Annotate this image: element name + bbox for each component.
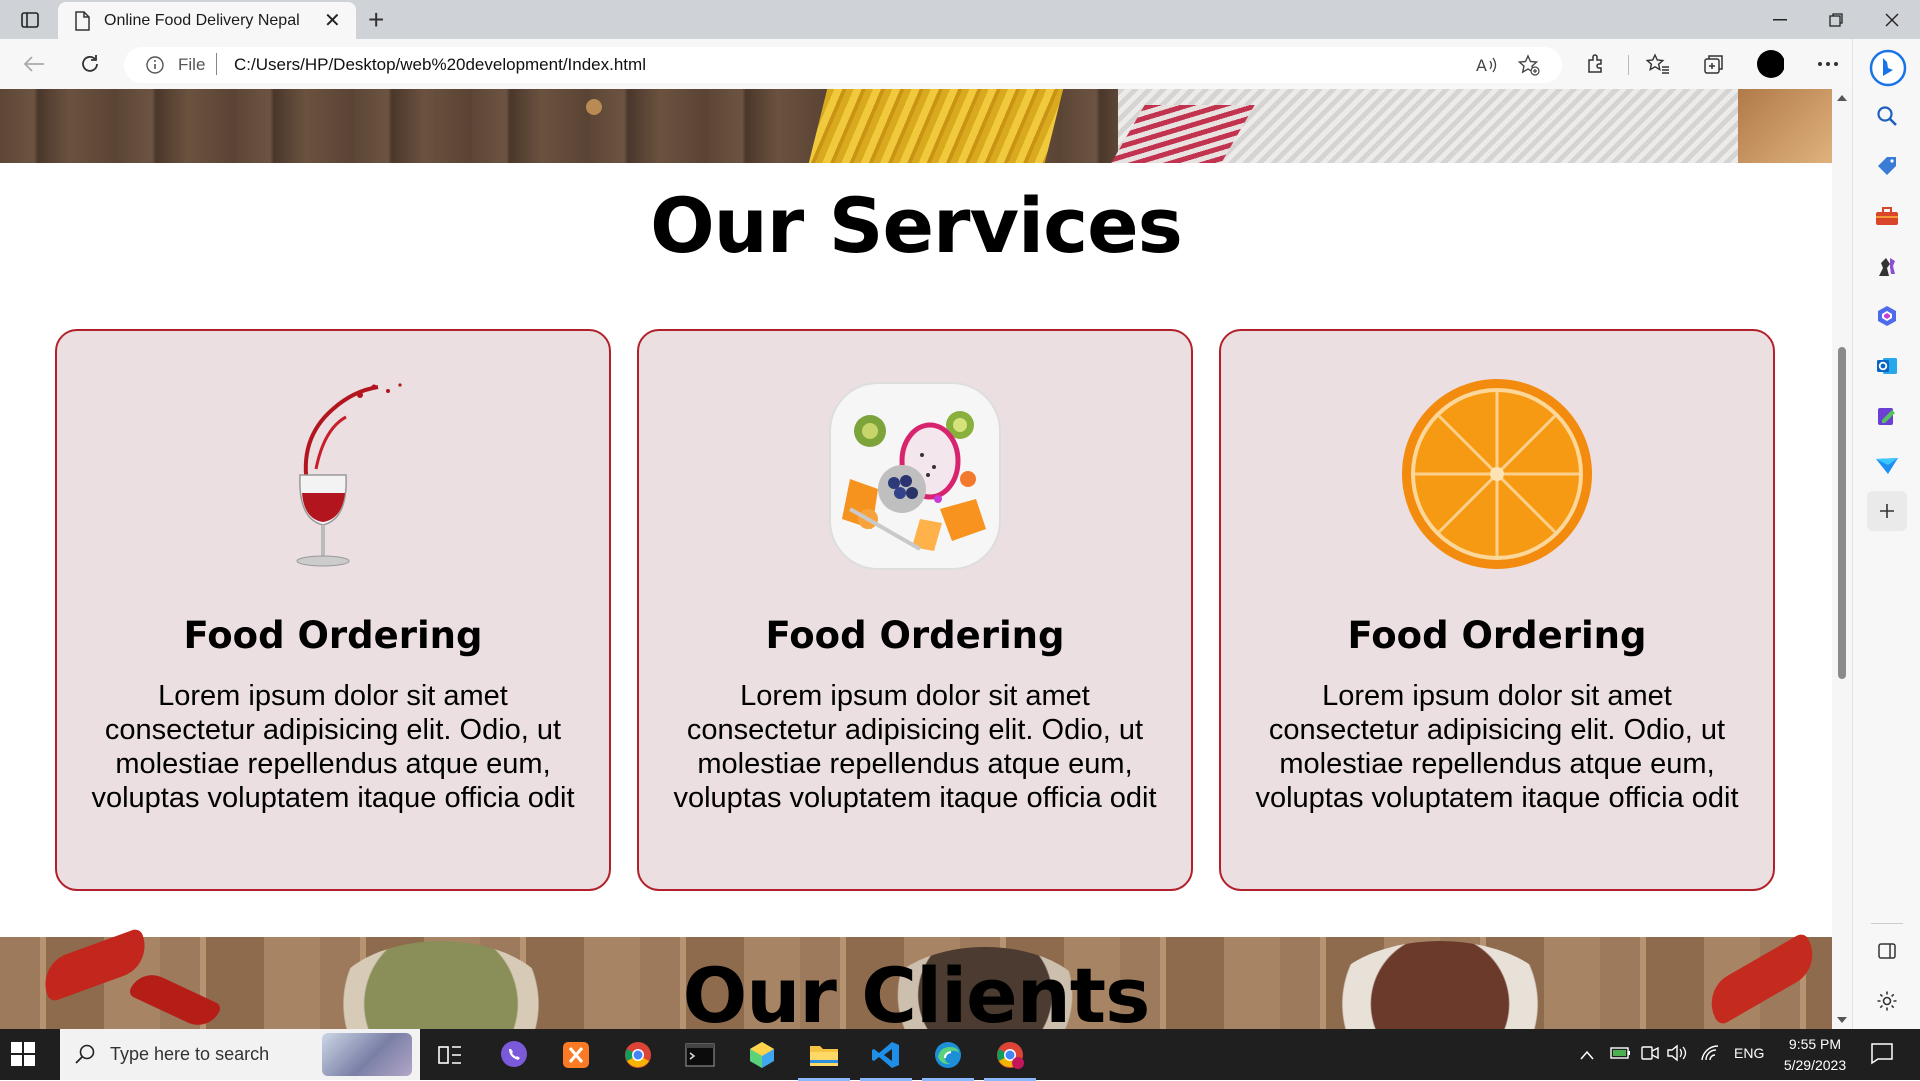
favorites-icon[interactable]	[1644, 50, 1672, 78]
wooden-spoon-decor	[1738, 89, 1832, 163]
search-highlight-image	[322, 1033, 412, 1076]
browser-tab-active[interactable]: Online Food Delivery Nepal ✕	[58, 2, 356, 39]
chrome-icon[interactable]	[620, 1037, 656, 1073]
viber-icon[interactable]	[496, 1037, 532, 1073]
address-url[interactable]: C:/Users/HP/Desktop/web%20development/In…	[234, 55, 646, 75]
search-icon	[74, 1043, 96, 1070]
wifi-icon[interactable]	[1700, 1044, 1720, 1067]
windows-taskbar: Type here to search ENG 9:55 PM 5/29/202…	[0, 1029, 1920, 1081]
window-controls	[1752, 0, 1920, 39]
sidebar-add-button[interactable]	[1867, 491, 1907, 531]
tab-actions-icon[interactable]	[14, 8, 46, 32]
close-window-icon[interactable]	[1864, 0, 1920, 39]
search-placeholder: Type here to search	[110, 1044, 270, 1064]
service-card-title: Food Ordering	[765, 614, 1065, 657]
page-icon	[74, 11, 90, 36]
outlook-icon[interactable]	[1873, 352, 1901, 380]
clock-date: 5/29/2023	[1783, 1057, 1847, 1073]
service-card: Food Ordering Lorem ipsum dolor sit amet…	[637, 329, 1193, 891]
site-info-icon[interactable]	[146, 56, 164, 79]
orange-slice-image	[1392, 369, 1602, 579]
extensions-icon[interactable]	[1582, 50, 1610, 78]
sidebar-settings-icon[interactable]	[1873, 987, 1901, 1015]
wine-glass-image	[228, 369, 438, 579]
windows-start-icon[interactable]	[10, 1041, 36, 1072]
task-view-icon[interactable]	[432, 1037, 468, 1073]
terminal-icon[interactable]	[682, 1037, 718, 1073]
svg-text:A: A	[1476, 56, 1487, 75]
bing-chat-icon[interactable]	[1869, 49, 1907, 87]
restore-icon[interactable]	[1808, 0, 1864, 39]
search-icon[interactable]	[1873, 102, 1901, 130]
service-card-text: Lorem ipsum dolor sit amet consectetur a…	[91, 680, 575, 814]
battery-icon[interactable]	[1610, 1045, 1632, 1066]
notification-center-icon[interactable]	[1870, 1041, 1894, 1070]
page-viewport: Our Services Food Ordering Lorem ipsum d…	[0, 89, 1832, 1029]
hide-sidebar-icon[interactable]	[1873, 937, 1901, 965]
collections-icon[interactable]	[1700, 50, 1728, 78]
clients-heading: Our Clients	[682, 951, 1151, 1029]
read-aloud-icon[interactable]: A	[1476, 55, 1498, 80]
xampp-icon[interactable]	[558, 1037, 594, 1073]
shopping-tag-icon[interactable]	[1873, 152, 1901, 180]
vscode-icon[interactable]	[860, 1037, 912, 1081]
tools-briefcase-icon[interactable]	[1873, 202, 1901, 230]
back-icon[interactable]	[20, 50, 48, 78]
page-scrollbar[interactable]	[1832, 89, 1852, 1029]
scrollbar-thumb[interactable]	[1838, 347, 1846, 679]
edge-icon[interactable]	[922, 1037, 974, 1081]
send-drop-icon[interactable]	[1873, 452, 1901, 480]
microsoft365-icon[interactable]	[1873, 302, 1901, 330]
taskbar-search-box[interactable]: Type here to search	[60, 1029, 420, 1080]
service-card-text: Lorem ipsum dolor sit amet consectetur a…	[1255, 680, 1739, 814]
new-tab-button[interactable]: +	[368, 4, 384, 36]
meet-now-icon[interactable]	[1640, 1044, 1660, 1067]
show-hidden-icons[interactable]	[1580, 1047, 1594, 1065]
service-card-text: Lorem ipsum dolor sit amet consectetur a…	[673, 680, 1157, 814]
sidebar-divider	[1871, 923, 1903, 924]
edge-sidebar	[1852, 39, 1920, 1029]
file-explorer-icon[interactable]	[798, 1037, 850, 1081]
browser-toolbar: File C:/Users/HP/Desktop/web%20developme…	[0, 39, 1852, 89]
clock-time: 9:55 PM	[1788, 1036, 1842, 1052]
service-card: Food Ordering Lorem ipsum dolor sit amet…	[1219, 329, 1775, 891]
address-separator	[216, 53, 217, 75]
minimize-icon[interactable]	[1752, 0, 1808, 39]
pasta-decor	[808, 89, 1064, 163]
service-card-title: Food Ordering	[1347, 614, 1647, 657]
designer-icon[interactable]	[1873, 402, 1901, 430]
taskbar-clock[interactable]: 9:55 PM 5/29/2023	[1770, 1034, 1860, 1076]
profile-avatar[interactable]	[1756, 50, 1784, 78]
fruit-platter-image	[810, 369, 1020, 579]
services-heading: Our Services	[650, 181, 1183, 270]
address-scheme: File	[178, 55, 206, 74]
address-bar[interactable]: File C:/Users/HP/Desktop/web%20developme…	[124, 47, 1562, 83]
refresh-icon[interactable]	[76, 50, 104, 78]
volume-icon[interactable]	[1666, 1044, 1688, 1067]
toolbar-divider	[1628, 55, 1629, 75]
games-icon[interactable]	[1873, 252, 1901, 280]
banner-decor	[586, 99, 602, 115]
more-menu-icon[interactable]	[1814, 50, 1842, 78]
service-card: Food Ordering Lorem ipsum dolor sit amet…	[55, 329, 611, 891]
favorite-add-icon[interactable]	[1517, 54, 1540, 81]
chrome-profile-icon[interactable]	[984, 1037, 1036, 1081]
tab-close-icon[interactable]: ✕	[324, 8, 341, 33]
tab-title: Online Food Delivery Nepal	[104, 12, 300, 29]
input-language[interactable]: ENG	[1734, 1045, 1764, 1061]
service-card-title: Food Ordering	[183, 614, 483, 657]
app-cube-icon[interactable]	[744, 1037, 780, 1073]
tab-bar: Online Food Delivery Nepal ✕ +	[0, 0, 1920, 39]
